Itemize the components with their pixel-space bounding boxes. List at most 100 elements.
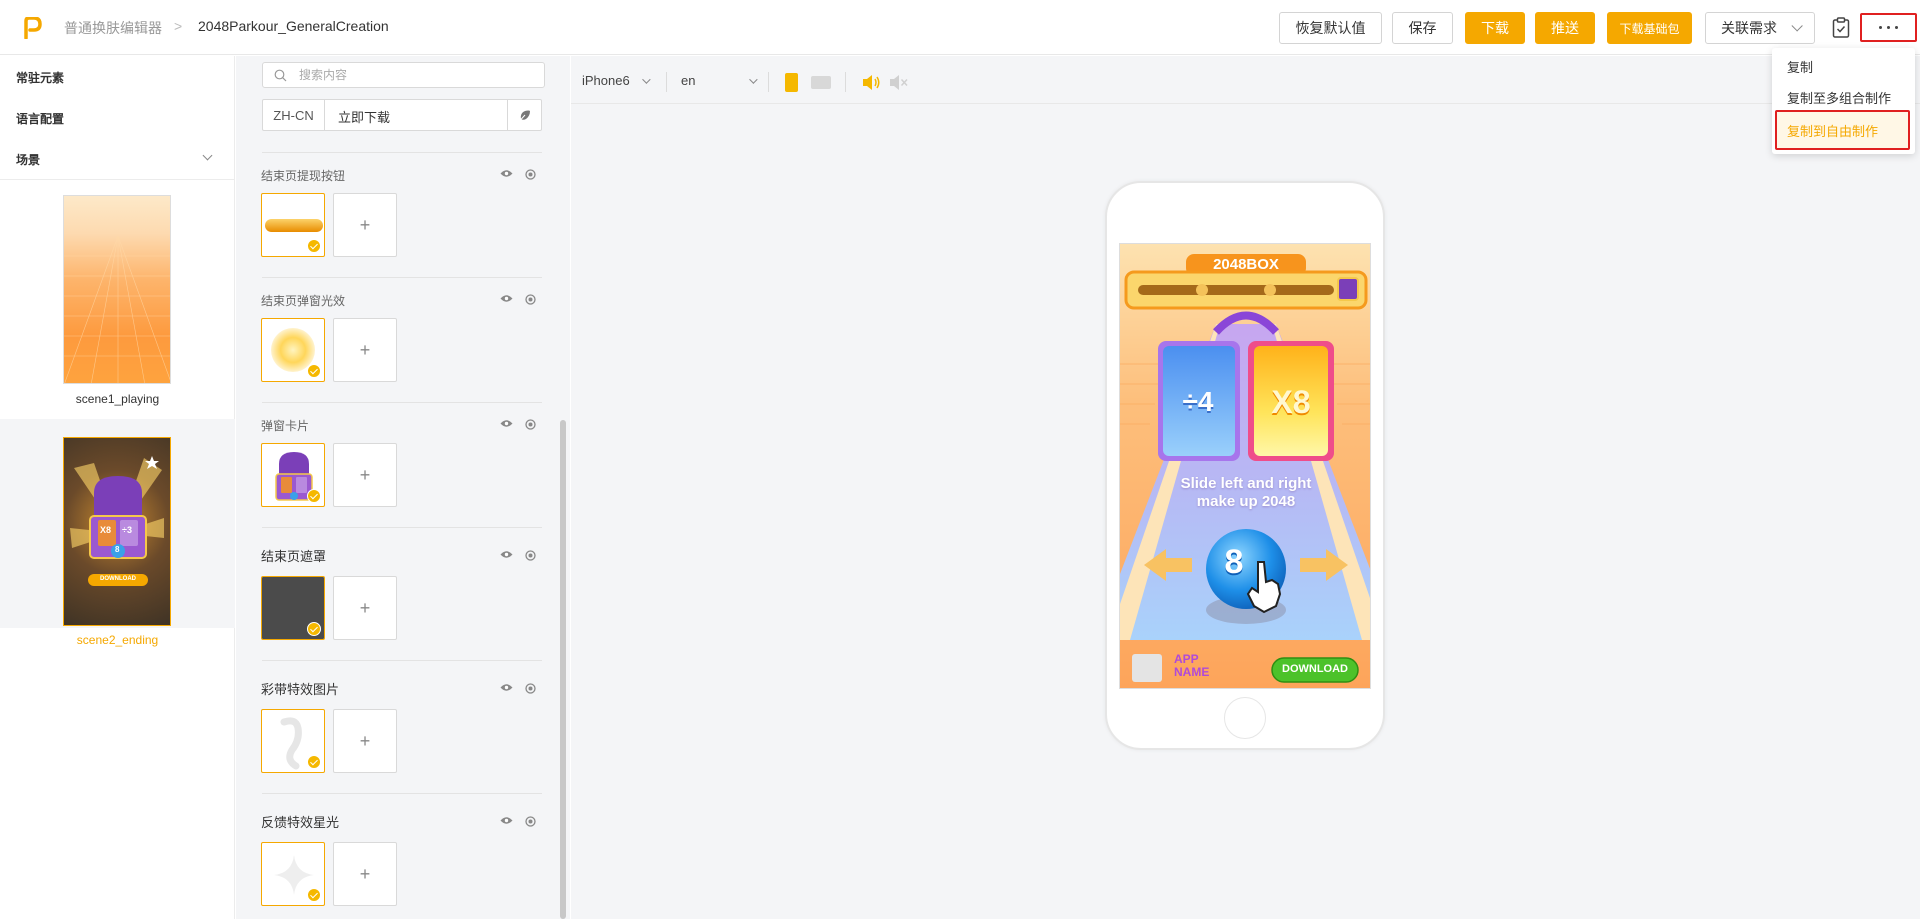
thumb-card-div3: ÷3: [122, 525, 132, 535]
translate-button[interactable]: [507, 100, 541, 130]
scene-thumbnail-scene2[interactable]: X8 ÷3 8 DOWNLOAD: [63, 437, 171, 626]
breadcrumb-root[interactable]: 普通换肤编辑器: [64, 18, 162, 38]
sidebar-item-language-config[interactable]: 语言配置: [16, 110, 64, 127]
game-card-right: X8: [1271, 384, 1311, 420]
more-options-menu: 复制 复制至多组合制作 复制到自由制作: [1772, 48, 1915, 154]
ellipsis-dot: [1879, 26, 1882, 29]
locate-icon[interactable]: [525, 169, 536, 180]
asset-slot-feedback-sparkle[interactable]: [261, 842, 325, 906]
locate-icon[interactable]: [525, 294, 536, 305]
add-asset-button[interactable]: +: [333, 576, 397, 640]
translate-icon: [519, 110, 530, 121]
ellipsis-dot: [1887, 26, 1890, 29]
thumb-card-x8: X8: [100, 525, 112, 535]
chevron-down-icon: [1791, 20, 1803, 32]
section-divider: [262, 660, 542, 661]
chevron-down-icon[interactable]: [202, 150, 213, 161]
section-divider: [262, 277, 542, 278]
asset-slot-ribbon-effect[interactable]: [261, 709, 325, 773]
scene-label-scene1[interactable]: scene1_playing: [0, 392, 235, 406]
eye-icon[interactable]: [500, 294, 513, 303]
landscape-orientation-icon[interactable]: [811, 76, 831, 89]
locate-icon[interactable]: [525, 550, 536, 561]
game-scene-graphic: [1120, 244, 1370, 688]
related-requirement-select[interactable]: 关联需求: [1705, 12, 1815, 44]
check-badge-icon: [307, 489, 321, 503]
sidebar-item-resident-elements[interactable]: 常驻元素: [16, 69, 64, 86]
related-requirement-label: 关联需求: [1721, 20, 1777, 36]
scene-label-scene2[interactable]: scene2_ending: [0, 633, 235, 647]
restore-default-button[interactable]: 恢复默认值: [1279, 12, 1382, 44]
section-title-ribbon-effect: 彩带特效图片: [261, 682, 340, 697]
toolbar-divider: [845, 72, 846, 92]
section-title-popup-card: 弹窗卡片: [261, 419, 310, 433]
check-badge-icon: [307, 622, 321, 636]
language-text-value[interactable]: 立即下载: [338, 107, 390, 126]
app-name-line2: NAME: [1174, 665, 1210, 679]
game-hint-line2: make up 2048: [1196, 493, 1296, 510]
add-asset-button[interactable]: +: [333, 318, 397, 382]
asset-slot-end-mask[interactable]: [261, 576, 325, 640]
push-button[interactable]: 推送: [1535, 12, 1595, 44]
panel-scrollbar[interactable]: [560, 420, 566, 919]
button-bar-image: [265, 219, 323, 232]
game-download-button[interactable]: DOWNLOAD: [1272, 663, 1358, 675]
download-button[interactable]: 下载: [1465, 12, 1525, 44]
language-select-value: en: [681, 73, 696, 88]
app-name-line1: APP: [1174, 652, 1199, 666]
eye-icon[interactable]: [500, 550, 513, 559]
add-asset-button[interactable]: +: [333, 193, 397, 257]
more-options-button[interactable]: [1860, 13, 1917, 42]
thumb-download-label: DOWNLOAD: [100, 576, 136, 582]
app-logo-icon[interactable]: [22, 17, 42, 39]
sound-on-icon[interactable]: [862, 74, 881, 91]
menu-item-copy-to-multi-combo[interactable]: 复制至多组合制作: [1787, 88, 1891, 107]
search-box[interactable]: [262, 62, 545, 88]
language-select[interactable]: en: [681, 73, 759, 88]
check-badge-icon: [307, 888, 321, 902]
save-button[interactable]: 保存: [1392, 12, 1453, 44]
app-name-label: APP NAME: [1174, 653, 1209, 679]
locate-icon[interactable]: [525, 816, 536, 827]
check-badge-icon: [307, 755, 321, 769]
check-badge-icon: [307, 364, 321, 378]
eye-icon[interactable]: [500, 683, 513, 692]
section-divider: [262, 793, 542, 794]
eye-icon[interactable]: [500, 816, 513, 825]
game-ball-number: 8: [1224, 543, 1244, 581]
device-select-value: iPhone6: [582, 73, 630, 88]
menu-item-copy[interactable]: 复制: [1787, 57, 1813, 76]
thumb-ball-number: 8: [115, 545, 120, 554]
portrait-orientation-icon[interactable]: [785, 73, 798, 92]
sidebar-divider: [0, 179, 235, 180]
locate-icon[interactable]: [525, 419, 536, 430]
section-title-end-withdraw-button: 结束页提现按钮: [261, 169, 346, 183]
locate-icon[interactable]: [525, 683, 536, 694]
clipboard-check-icon[interactable]: [1832, 17, 1850, 38]
language-text-row: ZH-CN 立即下载: [262, 99, 542, 131]
toolbar-divider: [666, 72, 667, 92]
game-preview-screen[interactable]: 2048BOX ÷4 X8 Slide left and right make …: [1119, 243, 1371, 689]
asset-slot-popup-card[interactable]: [261, 443, 325, 507]
game-box-title: 2048BOX: [1213, 256, 1279, 273]
search-icon: [274, 69, 287, 82]
search-input[interactable]: [299, 66, 529, 84]
sound-mute-icon[interactable]: [889, 74, 908, 91]
game-hint-line1: Slide left and right: [1180, 475, 1312, 492]
add-asset-button[interactable]: +: [333, 842, 397, 906]
add-asset-button[interactable]: +: [333, 443, 397, 507]
menu-item-copy-to-free-creation[interactable]: 复制到自由制作: [1775, 110, 1910, 150]
section-divider: [262, 527, 542, 528]
sidebar-item-scenes[interactable]: 场景: [16, 151, 40, 168]
download-base-package-button[interactable]: 下载基础包: [1607, 12, 1692, 44]
eye-icon[interactable]: [500, 169, 513, 178]
scene2-popup-graphic: [70, 456, 164, 586]
section-divider: [262, 152, 542, 153]
preview-toolbar: [571, 56, 1920, 104]
device-select[interactable]: iPhone6: [582, 73, 651, 88]
add-asset-button[interactable]: +: [333, 709, 397, 773]
asset-slot-popup-glow[interactable]: [261, 318, 325, 382]
eye-icon[interactable]: [500, 419, 513, 428]
scene-thumbnail-scene1[interactable]: [63, 195, 171, 384]
asset-slot-withdraw-button[interactable]: [261, 193, 325, 257]
